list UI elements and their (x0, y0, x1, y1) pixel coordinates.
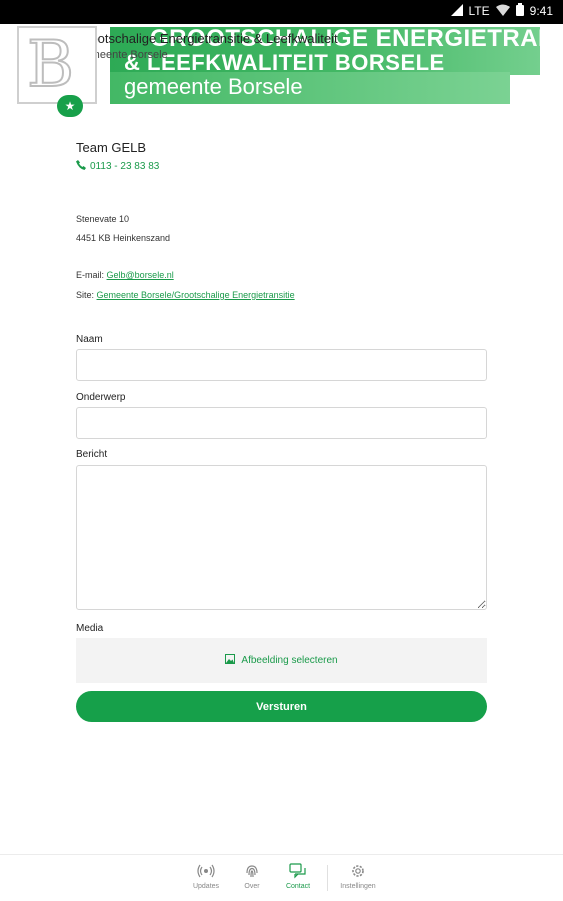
network-type: LTE (468, 4, 490, 18)
app-title: Grootschalige Energietransitie & Leefkwa… (76, 31, 338, 46)
nav-updates-label: Updates (192, 883, 220, 890)
battery-icon (515, 3, 524, 19)
email-link[interactable]: Gelb@borsele.nl (107, 270, 174, 280)
site-row: Site: Gemeente Borsele/Grootschalige Ene… (76, 290, 295, 300)
address-line-2: 4451 KB Heinkenszand (76, 233, 171, 243)
onderwerp-input[interactable] (76, 407, 487, 439)
clock: 9:41 (529, 4, 553, 18)
submit-button[interactable]: Versturen (76, 691, 487, 722)
nav-contact[interactable]: Contact (281, 863, 315, 890)
favorite-star-icon[interactable]: ★ (57, 95, 83, 117)
email-row: E-mail: Gelb@borsele.nl (76, 270, 174, 280)
bericht-label: Bericht (76, 449, 108, 460)
onderwerp-label: Onderwerp (76, 392, 126, 403)
bericht-textarea[interactable] (76, 465, 487, 610)
bottom-nav: Updates Over Contact Instellingen (0, 854, 563, 901)
phone-icon (76, 160, 86, 173)
nav-updates[interactable]: Updates (189, 863, 223, 890)
email-label: E-mail: (76, 270, 105, 280)
phone-link[interactable]: 0113 - 23 83 83 (76, 160, 159, 173)
banner-municipality: gemeente Borsele (124, 74, 303, 99)
gear-icon (334, 863, 382, 881)
chat-icon (281, 863, 315, 881)
naam-label: Naam (76, 334, 103, 345)
app-titlebox: Grootschalige Energietransitie & Leefkwa… (76, 31, 338, 61)
fingerprint-icon (238, 863, 266, 881)
team-name: Team GELB (76, 140, 147, 155)
nav-contact-label: Contact (285, 883, 311, 890)
broadcast-icon (189, 863, 223, 881)
nav-over-label: Over (244, 883, 260, 890)
media-label: Media (76, 623, 104, 634)
site-label: Site: (76, 290, 95, 300)
address-line-1: Stenevate 10 (76, 214, 130, 224)
site-link[interactable]: Gemeente Borsele/Grootschalige Energietr… (97, 290, 295, 300)
naam-input[interactable] (76, 349, 487, 381)
phone-number: 0113 - 23 83 83 (90, 161, 160, 172)
nav-divider (327, 865, 328, 891)
status-bar: LTE 9:41 (0, 0, 563, 24)
nav-instellingen-label: Instellingen (340, 883, 376, 890)
nav-instellingen[interactable]: Instellingen (334, 863, 382, 890)
wifi-icon (495, 4, 510, 19)
nav-over[interactable]: Over (238, 863, 266, 890)
logo-letter: B (26, 28, 75, 102)
signal-icon (450, 3, 463, 19)
app-logo: B (17, 26, 97, 104)
select-image-button[interactable]: Afbeelding selecteren (76, 638, 487, 683)
image-icon (225, 654, 236, 667)
app-subtitle: Gemeente Borsele (76, 49, 168, 61)
select-image-label: Afbeelding selecteren (241, 655, 338, 666)
status-right: LTE 9:41 (450, 3, 553, 19)
